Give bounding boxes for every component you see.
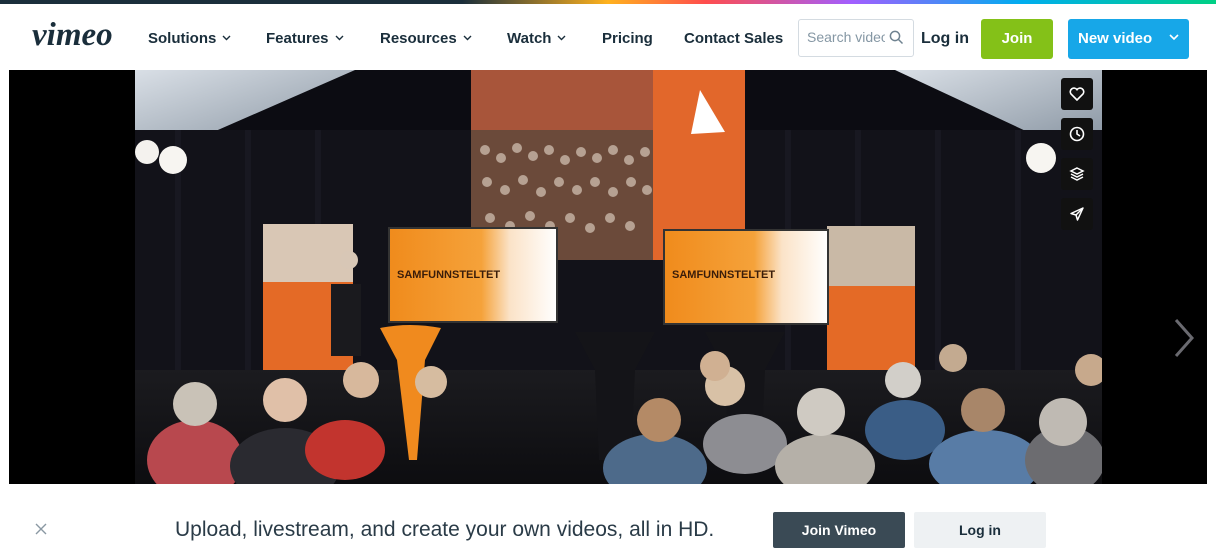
join-button[interactable]: Join	[981, 19, 1053, 59]
nav-contact-sales-label: Contact Sales	[684, 30, 784, 47]
layers-icon	[1069, 167, 1085, 181]
nav-watch[interactable]: Watch	[507, 30, 566, 47]
share-button[interactable]	[1061, 198, 1093, 230]
nav-features[interactable]: Features	[266, 30, 344, 47]
watch-later-button[interactable]	[1061, 118, 1093, 150]
chevron-down-icon	[557, 35, 566, 41]
chevron-down-icon	[222, 35, 231, 41]
nav-solutions-label: Solutions	[148, 30, 217, 47]
clock-icon	[1069, 126, 1085, 142]
nav-pricing[interactable]: Pricing	[602, 30, 653, 47]
left-screen-text: SAMFUNNSTELTET	[397, 269, 500, 281]
close-icon[interactable]	[34, 522, 48, 536]
chevron-down-icon	[463, 35, 472, 41]
heart-icon	[1069, 87, 1085, 101]
video-player[interactable]: SAMFUNNSTELTET SAMFUNNSTELTET	[9, 70, 1207, 484]
chevron-down-icon	[1169, 34, 1179, 41]
chevron-down-icon	[335, 35, 344, 41]
nav-watch-label: Watch	[507, 30, 552, 47]
site-header: vimeo Solutions Features Resources Watch…	[0, 4, 1216, 70]
nav-resources-label: Resources	[380, 30, 457, 47]
video-frame: SAMFUNNSTELTET SAMFUNNSTELTET	[135, 70, 1102, 484]
chevron-right-icon[interactable]	[1171, 316, 1197, 360]
send-icon	[1070, 207, 1084, 221]
banner-login-button[interactable]: Log in	[914, 512, 1046, 548]
right-screen-text: SAMFUNNSTELTET	[672, 269, 775, 281]
vimeo-logo[interactable]: vimeo	[32, 18, 134, 52]
collections-button[interactable]	[1061, 158, 1093, 190]
nav-resources[interactable]: Resources	[380, 30, 472, 47]
banner-promo-text: Upload, livestream, and create your own …	[175, 518, 715, 541]
like-button[interactable]	[1061, 78, 1093, 110]
nav-contact-sales[interactable]: Contact Sales	[684, 30, 783, 47]
nav-solutions[interactable]: Solutions	[148, 30, 231, 47]
search-input[interactable]	[807, 29, 885, 45]
new-video-button[interactable]: New video	[1068, 19, 1189, 59]
nav-pricing-label: Pricing	[602, 30, 653, 47]
nav-features-label: Features	[266, 30, 329, 47]
join-vimeo-button[interactable]: Join Vimeo	[773, 512, 905, 548]
vimeo-logo-text: vimeo	[32, 18, 113, 52]
search-box[interactable]	[798, 19, 914, 57]
login-link[interactable]: Log in	[921, 30, 969, 48]
new-video-label: New video	[1078, 30, 1153, 47]
search-icon[interactable]	[889, 30, 904, 45]
